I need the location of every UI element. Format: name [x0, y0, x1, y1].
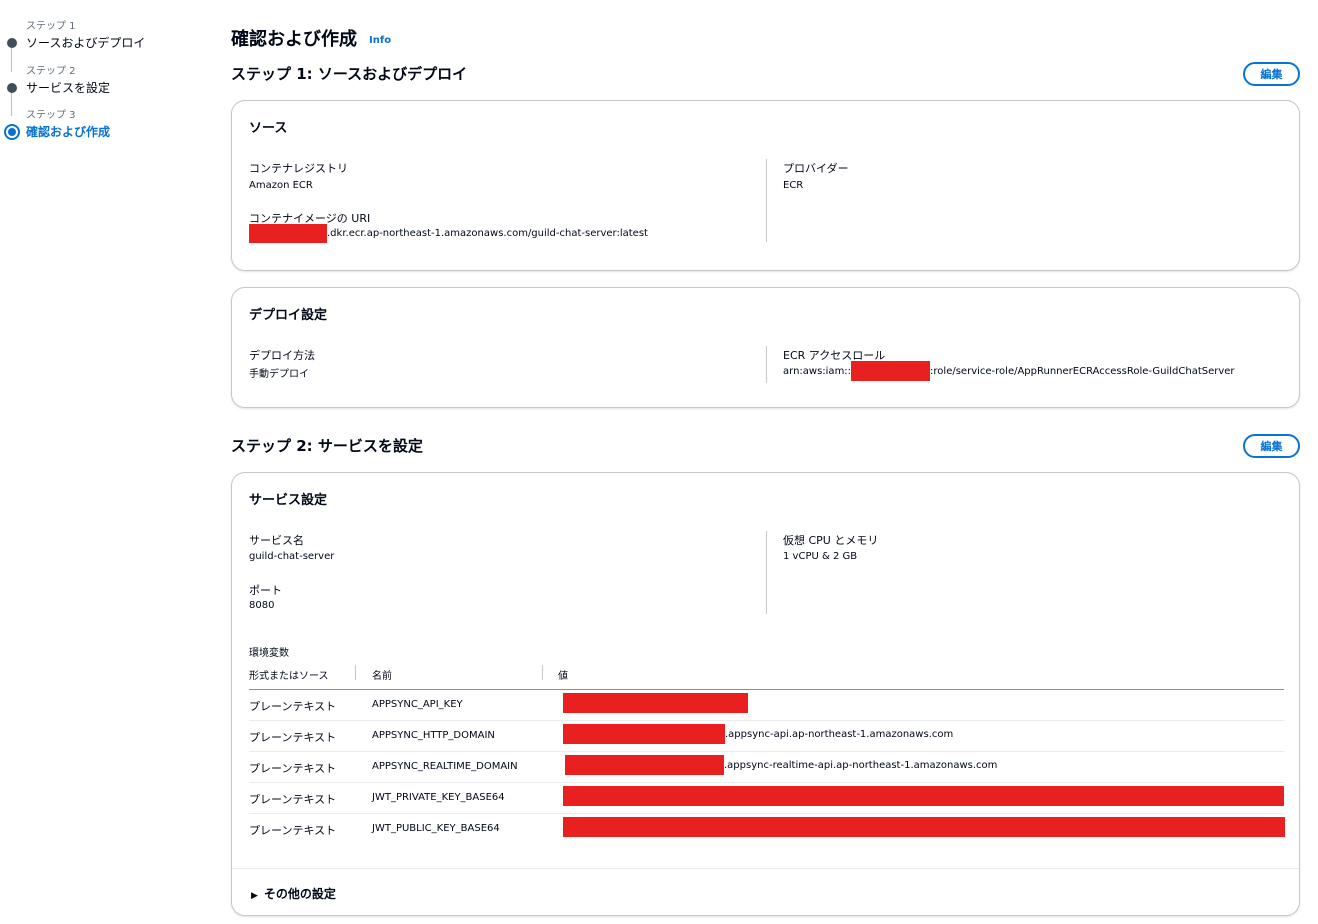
env-row: プレーンテキスト APPSYNC_API_KEY — [249, 690, 1284, 721]
step-connector — [11, 45, 12, 72]
env-value: .appsync-realtime-api.ap-northeast-1.ama… — [565, 754, 997, 776]
env-row: プレーンテキスト JWT_PUBLIC_KEY_BASE64 — [249, 814, 1285, 845]
image-uri-value: .dkr.ecr.ap-northeast-1.amazonaws.com/gu… — [249, 224, 648, 243]
cpu-memory-label: 仮想 CPU とメモリ — [783, 534, 879, 547]
step2-heading: ステップ 2: サービスを設定 — [231, 437, 423, 455]
ecr-access-role-value: arn:aws:iam:: :role/service-role/AppRunn… — [783, 361, 1235, 381]
registry-label: コンテナレジストリ — [249, 162, 348, 175]
env-header-name: 名前 — [372, 671, 392, 682]
env-type: プレーンテキスト — [249, 762, 337, 775]
source-container: ソース コンテナレジストリ Amazon ECR コンテナイメージの URI .… — [231, 100, 1300, 271]
env-value — [563, 785, 1284, 807]
step1-edit-button[interactable]: 編集 — [1243, 62, 1300, 86]
column-divider — [766, 531, 767, 614]
step-title: ソースおよびデプロイ — [26, 36, 146, 50]
redaction-block — [563, 786, 1284, 806]
redaction-block — [249, 224, 327, 243]
step-number: ステップ 3 — [26, 110, 76, 121]
redaction-block — [563, 693, 748, 713]
env-row: プレーンテキスト APPSYNC_REALTIME_DOMAIN .appsyn… — [249, 752, 1284, 783]
env-vars-title: 環境変数 — [249, 648, 289, 659]
env-value-text: .appsync-api.ap-northeast-1.amazonaws.co… — [725, 728, 954, 740]
env-value — [563, 816, 1285, 838]
deploy-method-label: デプロイ方法 — [249, 349, 315, 362]
more-settings-label: その他の設定 — [263, 887, 336, 901]
env-value — [563, 692, 748, 714]
env-type: プレーンテキスト — [249, 793, 337, 806]
env-name: APPSYNC_REALTIME_DOMAIN — [372, 761, 518, 772]
column-divider — [766, 346, 767, 383]
registry-value: Amazon ECR — [249, 180, 313, 191]
env-name: JWT_PUBLIC_KEY_BASE64 — [372, 823, 500, 834]
deploy-settings-container: デプロイ設定 デプロイ方法 手動デプロイ ECR アクセスロール arn:aws… — [231, 287, 1300, 408]
step-connector — [11, 90, 12, 116]
env-name: APPSYNC_HTTP_DOMAIN — [372, 730, 495, 741]
env-row: プレーンテキスト JWT_PRIVATE_KEY_BASE64 — [249, 783, 1284, 814]
step-number: ステップ 1 — [26, 21, 76, 32]
role-prefix: arn:aws:iam:: — [783, 365, 852, 377]
more-settings-expander[interactable]: ▶ その他の設定 — [251, 885, 336, 902]
env-value-text: .appsync-realtime-api.ap-northeast-1.ama… — [724, 759, 998, 771]
env-header-value: 値 — [558, 671, 568, 682]
step-circle-icon — [4, 124, 20, 140]
deploy-settings-title: デプロイ設定 — [249, 308, 328, 323]
step-circle-icon — [7, 83, 17, 93]
provider-value: ECR — [783, 180, 804, 191]
cpu-memory-value: 1 vCPU & 2 GB — [783, 551, 858, 562]
env-name: APPSYNC_API_KEY — [372, 699, 463, 710]
step-circle-icon — [7, 38, 17, 48]
step-number: ステップ 2 — [26, 66, 76, 77]
page-title: 確認および作成 — [231, 29, 357, 50]
role-suffix: :role/service-role/AppRunnerECRAccessRol… — [930, 365, 1235, 377]
column-divider — [766, 159, 767, 242]
section-divider — [232, 868, 1299, 869]
header-divider — [355, 665, 356, 680]
step-title: サービスを設定 — [26, 81, 111, 95]
service-settings-title: サービス設定 — [249, 493, 328, 508]
source-title: ソース — [249, 121, 288, 136]
env-name: JWT_PRIVATE_KEY_BASE64 — [372, 792, 505, 803]
service-name-label: サービス名 — [249, 534, 304, 547]
env-row: プレーンテキスト APPSYNC_HTTP_DOMAIN .appsync-ap… — [249, 721, 1284, 752]
service-name-value: guild-chat-server — [249, 551, 335, 562]
redaction-block — [563, 817, 1285, 837]
info-link[interactable]: Info — [369, 35, 391, 46]
port-value: 8080 — [249, 600, 275, 611]
env-type: プレーンテキスト — [249, 700, 337, 713]
step1-heading: ステップ 1: ソースおよびデプロイ — [231, 65, 468, 83]
redaction-block — [563, 724, 725, 744]
service-settings-container: サービス設定 サービス名 guild-chat-server ポート 8080 … — [231, 472, 1300, 916]
header-divider — [542, 665, 543, 680]
caret-right-icon: ▶ — [251, 891, 258, 901]
env-type: プレーンテキスト — [249, 731, 337, 744]
deploy-method-value: 手動デプロイ — [249, 369, 309, 380]
env-value: .appsync-api.ap-northeast-1.amazonaws.co… — [563, 723, 953, 745]
provider-label: プロバイダー — [783, 162, 849, 175]
redaction-block — [851, 361, 931, 381]
redaction-block — [565, 755, 724, 775]
env-header-type: 形式またはソース — [249, 671, 329, 682]
env-type: プレーンテキスト — [249, 824, 337, 837]
image-uri-text: .dkr.ecr.ap-northeast-1.amazonaws.com/gu… — [327, 228, 648, 239]
step-title: 確認および作成 — [26, 125, 111, 139]
step2-edit-button[interactable]: 編集 — [1243, 434, 1300, 458]
port-label: ポート — [249, 584, 282, 597]
